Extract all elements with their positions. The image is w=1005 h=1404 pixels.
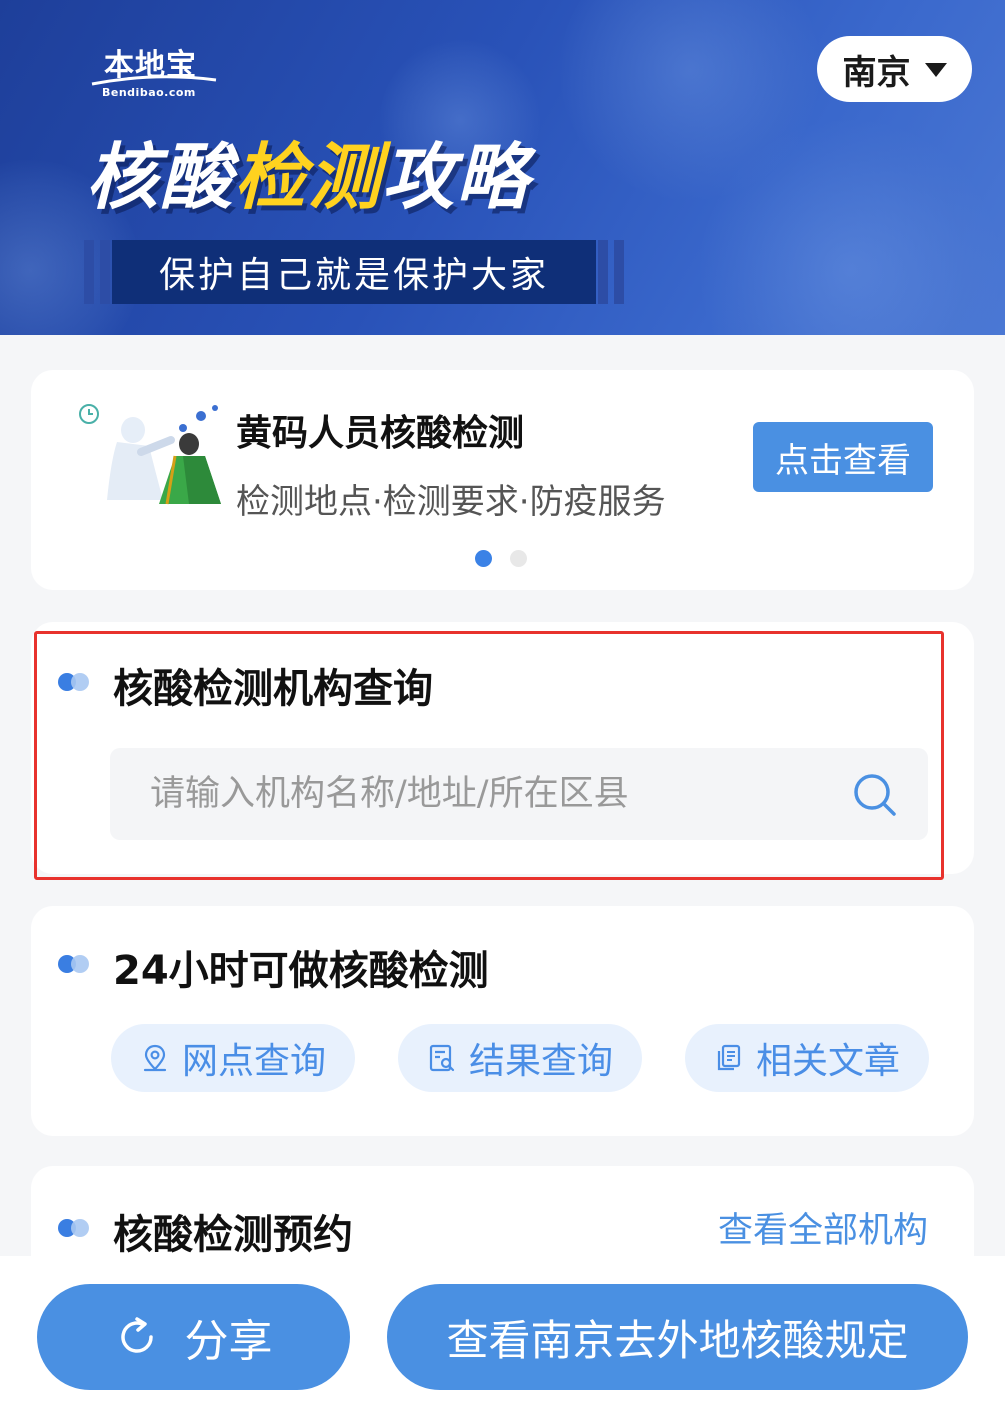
view-all-institutions-link[interactable]: 查看全部机构 [718,1202,928,1253]
share-refresh-icon [120,1317,153,1353]
related-articles-label: 相关文章 [755,1041,900,1082]
site-query-label: 网点查询 [181,1041,326,1082]
promo-title: 黄码人员核酸检测 [236,413,525,454]
city-name: 南京 [842,52,911,93]
search-box[interactable] [110,748,928,840]
banner-subtitle-bar: 保护自己就是保护大家 [84,240,624,304]
city-selector[interactable]: 南京 [817,36,972,102]
related-articles-button[interactable]: 相关文章 [685,1024,929,1092]
search-icon[interactable] [852,772,898,818]
view-details-button[interactable]: 点击查看 [753,422,933,492]
banner-title-part1: 核酸 [86,134,235,219]
promo-subtitle: 检测地点·检测要求·防疫服务 [236,482,666,522]
document-search-icon [429,1044,455,1072]
article-copy-icon [717,1044,741,1071]
header-banner: 本地宝 Bendibao.com 南京 核酸 检测 攻略 保护自己就是保护大家 [0,0,1005,335]
booking-section-title: 核酸检测预约 [113,1212,353,1258]
caret-down-icon [924,63,947,77]
24h-testing-card: 24小时可做核酸检测 网点查询 结果查询 相关文章 [31,906,974,1136]
location-pin-icon [143,1044,167,1072]
travel-rules-button[interactable]: 查看南京去外地核酸规定 [387,1284,968,1390]
search-section-title: 核酸检测机构查询 [113,666,433,712]
banner-subtitle: 保护自己就是保护大家 [112,240,596,304]
section-dots-icon [58,954,94,974]
banner-title: 核酸 检测 攻略 [86,120,530,220]
pager-dot[interactable] [510,550,527,567]
nucleic-test-illustration-icon [79,404,221,505]
result-query-label: 结果查询 [468,1041,613,1082]
24h-section-title: 24小时可做核酸检测 [113,948,489,994]
promo-carousel-card[interactable]: 黄码人员核酸检测 检测地点·检测要求·防疫服务 点击查看 [31,370,974,590]
bendibao-logo[interactable]: 本地宝 Bendibao.com [90,38,230,104]
share-button[interactable]: 分享 [37,1284,350,1390]
search-input[interactable] [150,748,830,840]
share-label: 分享 [184,1316,273,1367]
banner-title-part3: 攻略 [382,134,531,219]
bottom-action-bar: 分享 查看南京去外地核酸规定 [0,1256,1005,1404]
banner-title-part2: 检测 [234,134,383,219]
carousel-pager [475,550,527,567]
institution-search-card: 核酸检测机构查询 [31,622,974,874]
pager-dot-active[interactable] [475,550,492,567]
result-query-button[interactable]: 结果查询 [398,1024,642,1092]
section-dots-icon [58,1218,94,1238]
site-query-button[interactable]: 网点查询 [111,1024,355,1092]
logo-domain: Bendibao.com [102,86,196,99]
section-dots-icon [58,672,94,692]
